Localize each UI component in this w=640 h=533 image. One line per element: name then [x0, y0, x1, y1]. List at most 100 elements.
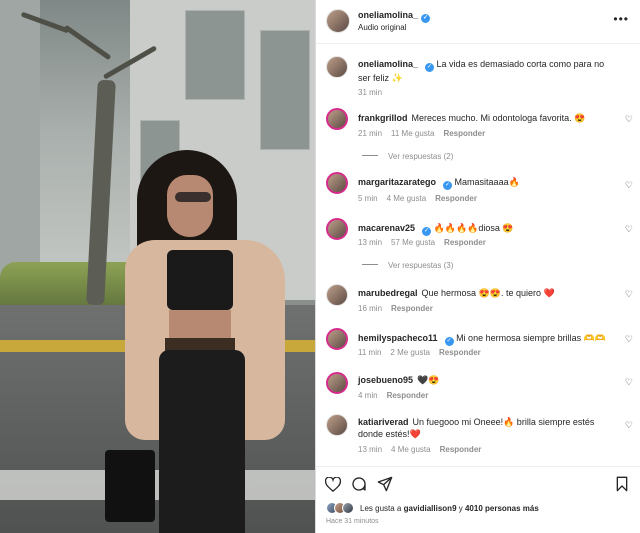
- likes-joiner: y: [458, 503, 463, 513]
- comment-text-row: margaritazaratego ✓ Mamasitaaaa🔥: [358, 176, 618, 190]
- video-pillar: [0, 0, 40, 300]
- post-video[interactable]: [0, 0, 315, 533]
- post-header: oneliamolina_ ✓ Audio original •••: [316, 0, 640, 44]
- reply-button[interactable]: Responder: [443, 129, 485, 138]
- comment-text-row: hemilyspacheco11 ✓ Mi one hermosa siempre…: [358, 332, 618, 346]
- comment-avatar[interactable]: [326, 108, 348, 130]
- comment-meta: 5 min 4 Me gusta Responder: [358, 194, 486, 203]
- author-username[interactable]: oneliamolina_: [358, 10, 418, 20]
- comment-likes[interactable]: 2 Me gusta: [390, 348, 430, 357]
- likes-text[interactable]: Les gusta a gavidiallison9 y 4010 person…: [360, 504, 539, 513]
- liker-avatar: [342, 502, 354, 514]
- comment-time: 13 min: [358, 445, 383, 454]
- comment-text: 🔥🔥🔥🔥diosa 😍: [433, 223, 514, 233]
- author-avatar[interactable]: [326, 9, 350, 33]
- comment-meta: 13 min 4 Me gusta Responder: [358, 445, 490, 454]
- likes-prefix: Les gusta a: [360, 503, 402, 513]
- comment-username[interactable]: marubedregal: [358, 288, 418, 298]
- likes-summary[interactable]: Les gusta a gavidiallison9 y 4010 person…: [326, 501, 539, 515]
- bookmark-icon-svg: [616, 476, 628, 492]
- likes-others[interactable]: 4010 personas más: [465, 504, 539, 513]
- person-face: [167, 175, 213, 237]
- reply-button[interactable]: Responder: [444, 238, 486, 247]
- heart-icon[interactable]: ♡: [625, 377, 633, 388]
- bookmark-icon[interactable]: [613, 475, 631, 493]
- heart-icon[interactable]: ♡: [625, 180, 633, 191]
- verified-icon: ✓: [443, 181, 453, 190]
- comment-username[interactable]: hemilyspacheco11: [358, 333, 438, 343]
- view-replies-label[interactable]: Ver respuestas (3): [388, 261, 453, 270]
- comment-username[interactable]: macarenav25: [358, 223, 415, 233]
- author-username-row[interactable]: oneliamolina_ ✓: [358, 10, 431, 23]
- comment-likes[interactable]: 4 Me gusta: [391, 445, 431, 454]
- comment-avatar[interactable]: [326, 372, 348, 394]
- comment-username[interactable]: josebueno95: [358, 375, 413, 385]
- comment-text: 🖤😍: [417, 375, 440, 385]
- comment-likes[interactable]: 11 Me gusta: [391, 129, 434, 138]
- heart-icon-svg: [325, 476, 341, 492]
- view-replies-button[interactable]: Ver respuestas (3): [362, 261, 453, 270]
- comment-text-row: marubedregal Que hermosa 😍😍. te quiero ❤️: [358, 287, 618, 299]
- more-icon[interactable]: •••: [613, 12, 629, 26]
- comment-avatar[interactable]: [326, 328, 348, 350]
- liked-by-user[interactable]: gavidiallison9: [404, 504, 457, 513]
- caption-avatar[interactable]: [326, 56, 348, 78]
- comment-time: 11 min: [358, 348, 382, 357]
- heart-icon[interactable]: ♡: [625, 289, 633, 300]
- comment-text: Mereces mucho. Mi odontologa favorita. 😍: [411, 113, 586, 123]
- heart-icon[interactable]: [324, 475, 342, 493]
- comment-username[interactable]: katiariverad: [358, 417, 409, 427]
- caption-meta: 31 min: [358, 88, 391, 97]
- reply-button[interactable]: Responder: [435, 194, 477, 203]
- comment-avatar[interactable]: [326, 218, 348, 240]
- comment-time: 5 min: [358, 194, 378, 203]
- verified-icon: ✓: [422, 227, 432, 236]
- comment-text: Que hermosa 😍😍. te quiero ❤️: [421, 288, 555, 298]
- comment-avatar[interactable]: [326, 172, 348, 194]
- comment-text: Mamasitaaaa🔥: [454, 177, 520, 187]
- share-icon-svg: [377, 476, 393, 492]
- comment-time: 4 min: [358, 391, 378, 400]
- heart-icon[interactable]: ♡: [625, 420, 633, 431]
- reply-button[interactable]: Responder: [440, 445, 482, 454]
- replies-dash: [362, 155, 378, 156]
- caption-time: 31 min: [358, 88, 383, 97]
- caption-text-row: oneliamolina_ ✓ La vida es demasiado cort…: [358, 58, 618, 84]
- share-icon[interactable]: [376, 475, 394, 493]
- comment-icon-svg: [352, 477, 366, 491]
- comment-likes[interactable]: 4 Me gusta: [387, 194, 427, 203]
- person-bag: [105, 450, 155, 522]
- audio-label[interactable]: Audio original: [358, 23, 406, 32]
- comment-time: 21 min: [358, 129, 383, 138]
- comment-meta: 16 min Responder: [358, 304, 442, 313]
- heart-icon[interactable]: ♡: [625, 224, 633, 235]
- comment-username[interactable]: margaritazaratego: [358, 177, 436, 187]
- view-replies-button[interactable]: Ver respuestas (2): [362, 152, 453, 161]
- comment-time: 16 min: [358, 304, 383, 313]
- reply-button[interactable]: Responder: [391, 304, 433, 313]
- comment-icon[interactable]: [350, 475, 368, 493]
- verified-icon: ✓: [425, 63, 435, 72]
- reply-button[interactable]: Responder: [439, 348, 481, 357]
- video-window: [260, 30, 310, 150]
- post-timestamp[interactable]: Hace 31 minutos: [326, 518, 379, 525]
- comment-list[interactable]: oneliamolina_ ✓ La vida es demasiado cort…: [316, 48, 640, 466]
- comment-username[interactable]: frankgrillod: [358, 113, 408, 123]
- caption-username[interactable]: oneliamolina_: [358, 59, 418, 69]
- heart-icon[interactable]: ♡: [625, 114, 633, 125]
- comment-meta: 21 min 11 Me gusta Responder: [358, 129, 494, 138]
- comment-likes[interactable]: 57 Me gusta: [391, 238, 435, 247]
- replies-dash: [362, 264, 378, 265]
- person-skirt: [159, 350, 245, 533]
- comment-avatar[interactable]: [326, 414, 348, 436]
- heart-icon[interactable]: ♡: [625, 334, 633, 345]
- view-replies-label[interactable]: Ver respuestas (2): [388, 152, 453, 161]
- comment-meta: 4 min Responder: [358, 391, 437, 400]
- reply-button[interactable]: Responder: [387, 391, 429, 400]
- comment-text-row: josebueno95 🖤😍: [358, 374, 618, 386]
- comment-avatar[interactable]: [326, 284, 348, 306]
- comment-meta: 11 min 2 Me gusta Responder: [358, 348, 490, 357]
- comment-text-row: macarenav25 ✓ 🔥🔥🔥🔥diosa 😍: [358, 222, 618, 236]
- post-actions: Les gusta a gavidiallison9 y 4010 person…: [316, 466, 640, 533]
- person-top: [167, 250, 233, 310]
